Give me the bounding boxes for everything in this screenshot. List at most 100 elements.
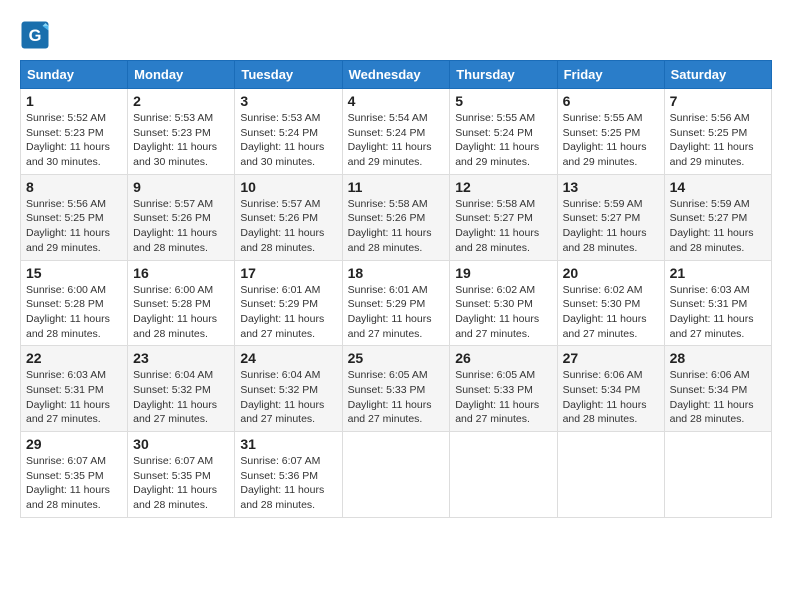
day-number: 27 — [563, 350, 659, 366]
calendar-cell: 29 Sunrise: 6:07 AMSunset: 5:35 PMDaylig… — [21, 432, 128, 518]
day-info: Sunrise: 6:00 AMSunset: 5:28 PMDaylight:… — [133, 283, 229, 342]
day-number: 11 — [348, 179, 445, 195]
calendar-cell — [450, 432, 557, 518]
calendar-cell: 13 Sunrise: 5:59 AMSunset: 5:27 PMDaylig… — [557, 174, 664, 260]
calendar-cell: 8 Sunrise: 5:56 AMSunset: 5:25 PMDayligh… — [21, 174, 128, 260]
day-info: Sunrise: 6:04 AMSunset: 5:32 PMDaylight:… — [240, 368, 336, 427]
day-info: Sunrise: 5:57 AMSunset: 5:26 PMDaylight:… — [240, 197, 336, 256]
day-info: Sunrise: 5:53 AMSunset: 5:23 PMDaylight:… — [133, 111, 229, 170]
day-number: 30 — [133, 436, 229, 452]
calendar-cell: 30 Sunrise: 6:07 AMSunset: 5:35 PMDaylig… — [128, 432, 235, 518]
col-header-wednesday: Wednesday — [342, 61, 450, 89]
day-number: 8 — [26, 179, 122, 195]
day-number: 1 — [26, 93, 122, 109]
day-info: Sunrise: 6:07 AMSunset: 5:35 PMDaylight:… — [133, 454, 229, 513]
day-number: 15 — [26, 265, 122, 281]
calendar-week-4: 22 Sunrise: 6:03 AMSunset: 5:31 PMDaylig… — [21, 346, 772, 432]
calendar-cell: 24 Sunrise: 6:04 AMSunset: 5:32 PMDaylig… — [235, 346, 342, 432]
day-number: 17 — [240, 265, 336, 281]
calendar-cell: 7 Sunrise: 5:56 AMSunset: 5:25 PMDayligh… — [664, 89, 771, 175]
day-number: 3 — [240, 93, 336, 109]
day-number: 7 — [670, 93, 766, 109]
calendar-cell — [664, 432, 771, 518]
svg-text:G: G — [29, 27, 42, 45]
calendar-cell: 19 Sunrise: 6:02 AMSunset: 5:30 PMDaylig… — [450, 260, 557, 346]
calendar-cell: 28 Sunrise: 6:06 AMSunset: 5:34 PMDaylig… — [664, 346, 771, 432]
calendar-cell: 16 Sunrise: 6:00 AMSunset: 5:28 PMDaylig… — [128, 260, 235, 346]
day-info: Sunrise: 6:02 AMSunset: 5:30 PMDaylight:… — [563, 283, 659, 342]
col-header-saturday: Saturday — [664, 61, 771, 89]
day-number: 25 — [348, 350, 445, 366]
day-info: Sunrise: 5:56 AMSunset: 5:25 PMDaylight:… — [26, 197, 122, 256]
day-number: 12 — [455, 179, 551, 195]
logo-icon: G — [20, 20, 50, 50]
calendar-cell — [557, 432, 664, 518]
day-info: Sunrise: 5:58 AMSunset: 5:27 PMDaylight:… — [455, 197, 551, 256]
col-header-sunday: Sunday — [21, 61, 128, 89]
col-header-friday: Friday — [557, 61, 664, 89]
col-header-tuesday: Tuesday — [235, 61, 342, 89]
calendar-cell: 10 Sunrise: 5:57 AMSunset: 5:26 PMDaylig… — [235, 174, 342, 260]
calendar-cell: 18 Sunrise: 6:01 AMSunset: 5:29 PMDaylig… — [342, 260, 450, 346]
day-number: 4 — [348, 93, 445, 109]
day-info: Sunrise: 5:59 AMSunset: 5:27 PMDaylight:… — [563, 197, 659, 256]
day-number: 26 — [455, 350, 551, 366]
calendar-week-5: 29 Sunrise: 6:07 AMSunset: 5:35 PMDaylig… — [21, 432, 772, 518]
day-info: Sunrise: 6:03 AMSunset: 5:31 PMDaylight:… — [670, 283, 766, 342]
day-number: 19 — [455, 265, 551, 281]
day-number: 22 — [26, 350, 122, 366]
col-header-monday: Monday — [128, 61, 235, 89]
calendar-cell: 5 Sunrise: 5:55 AMSunset: 5:24 PMDayligh… — [450, 89, 557, 175]
calendar-cell: 12 Sunrise: 5:58 AMSunset: 5:27 PMDaylig… — [450, 174, 557, 260]
calendar-cell: 20 Sunrise: 6:02 AMSunset: 5:30 PMDaylig… — [557, 260, 664, 346]
col-header-thursday: Thursday — [450, 61, 557, 89]
calendar-cell: 3 Sunrise: 5:53 AMSunset: 5:24 PMDayligh… — [235, 89, 342, 175]
calendar-cell: 25 Sunrise: 6:05 AMSunset: 5:33 PMDaylig… — [342, 346, 450, 432]
day-info: Sunrise: 6:03 AMSunset: 5:31 PMDaylight:… — [26, 368, 122, 427]
day-number: 24 — [240, 350, 336, 366]
day-number: 6 — [563, 93, 659, 109]
day-number: 21 — [670, 265, 766, 281]
day-number: 13 — [563, 179, 659, 195]
day-info: Sunrise: 6:07 AMSunset: 5:36 PMDaylight:… — [240, 454, 336, 513]
day-number: 14 — [670, 179, 766, 195]
calendar-cell: 21 Sunrise: 6:03 AMSunset: 5:31 PMDaylig… — [664, 260, 771, 346]
day-number: 2 — [133, 93, 229, 109]
day-info: Sunrise: 5:52 AMSunset: 5:23 PMDaylight:… — [26, 111, 122, 170]
calendar-cell: 26 Sunrise: 6:05 AMSunset: 5:33 PMDaylig… — [450, 346, 557, 432]
day-number: 28 — [670, 350, 766, 366]
day-number: 18 — [348, 265, 445, 281]
day-info: Sunrise: 5:55 AMSunset: 5:25 PMDaylight:… — [563, 111, 659, 170]
calendar-cell: 6 Sunrise: 5:55 AMSunset: 5:25 PMDayligh… — [557, 89, 664, 175]
calendar-table: SundayMondayTuesdayWednesdayThursdayFrid… — [20, 60, 772, 518]
day-number: 16 — [133, 265, 229, 281]
page-header: G — [20, 20, 772, 50]
day-info: Sunrise: 6:00 AMSunset: 5:28 PMDaylight:… — [26, 283, 122, 342]
calendar-header-row: SundayMondayTuesdayWednesdayThursdayFrid… — [21, 61, 772, 89]
day-info: Sunrise: 6:01 AMSunset: 5:29 PMDaylight:… — [240, 283, 336, 342]
calendar-cell: 11 Sunrise: 5:58 AMSunset: 5:26 PMDaylig… — [342, 174, 450, 260]
day-number: 29 — [26, 436, 122, 452]
day-info: Sunrise: 5:53 AMSunset: 5:24 PMDaylight:… — [240, 111, 336, 170]
day-info: Sunrise: 5:58 AMSunset: 5:26 PMDaylight:… — [348, 197, 445, 256]
calendar-cell: 22 Sunrise: 6:03 AMSunset: 5:31 PMDaylig… — [21, 346, 128, 432]
calendar-cell: 4 Sunrise: 5:54 AMSunset: 5:24 PMDayligh… — [342, 89, 450, 175]
day-info: Sunrise: 5:57 AMSunset: 5:26 PMDaylight:… — [133, 197, 229, 256]
calendar-cell: 23 Sunrise: 6:04 AMSunset: 5:32 PMDaylig… — [128, 346, 235, 432]
calendar-cell — [342, 432, 450, 518]
day-info: Sunrise: 5:55 AMSunset: 5:24 PMDaylight:… — [455, 111, 551, 170]
day-number: 31 — [240, 436, 336, 452]
day-info: Sunrise: 6:06 AMSunset: 5:34 PMDaylight:… — [563, 368, 659, 427]
calendar-body: 1 Sunrise: 5:52 AMSunset: 5:23 PMDayligh… — [21, 89, 772, 518]
calendar-cell: 27 Sunrise: 6:06 AMSunset: 5:34 PMDaylig… — [557, 346, 664, 432]
day-number: 5 — [455, 93, 551, 109]
calendar-cell: 15 Sunrise: 6:00 AMSunset: 5:28 PMDaylig… — [21, 260, 128, 346]
day-info: Sunrise: 6:06 AMSunset: 5:34 PMDaylight:… — [670, 368, 766, 427]
calendar-cell: 17 Sunrise: 6:01 AMSunset: 5:29 PMDaylig… — [235, 260, 342, 346]
day-info: Sunrise: 6:05 AMSunset: 5:33 PMDaylight:… — [455, 368, 551, 427]
calendar-cell: 2 Sunrise: 5:53 AMSunset: 5:23 PMDayligh… — [128, 89, 235, 175]
day-info: Sunrise: 5:54 AMSunset: 5:24 PMDaylight:… — [348, 111, 445, 170]
calendar-cell: 1 Sunrise: 5:52 AMSunset: 5:23 PMDayligh… — [21, 89, 128, 175]
day-info: Sunrise: 6:02 AMSunset: 5:30 PMDaylight:… — [455, 283, 551, 342]
calendar-week-3: 15 Sunrise: 6:00 AMSunset: 5:28 PMDaylig… — [21, 260, 772, 346]
